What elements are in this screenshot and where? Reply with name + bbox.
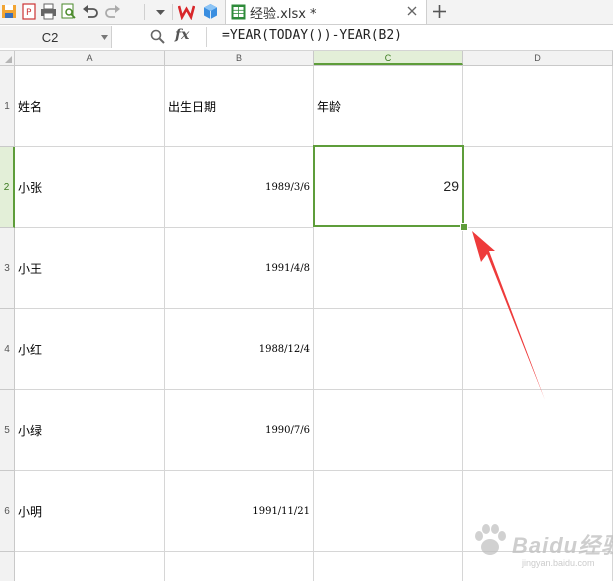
close-tab-icon[interactable] [406,5,418,17]
cell-b3[interactable]: 1991/4/8 [165,228,314,309]
cell-d7[interactable] [463,552,613,581]
wps-logo-icon[interactable] [178,3,195,20]
name-box[interactable]: C2 [0,26,112,48]
cell-c7[interactable] [314,552,463,581]
save-icon[interactable] [1,3,18,20]
insert-function-fx-icon[interactable]: fx [175,27,189,43]
formula-divider [206,27,207,47]
cell-b4[interactable]: 1988/12/4 [165,309,314,390]
print-preview-icon[interactable] [60,3,77,20]
column-header-b[interactable]: B [165,51,314,65]
file-tab-name: 经验.xlsx * [250,7,317,22]
cell-a1[interactable]: 姓名 [15,66,165,147]
app-center-icon[interactable] [202,3,219,20]
cell-b1[interactable]: 出生日期 [165,66,314,147]
customize-dropdown-icon[interactable] [152,3,169,20]
row-header-7[interactable] [0,552,15,581]
file-tab[interactable]: 经验.xlsx * [225,0,427,24]
row-header-3[interactable]: 3 [0,228,15,309]
cell-c3[interactable] [314,228,463,309]
export-pdf-icon[interactable]: P [20,3,37,20]
formula-bar: C2 fx =YEAR(TODAY())-YEAR(B2) [0,25,613,51]
quick-access-toolbar: P 经验.xlsx * [0,0,613,25]
cell-d2[interactable] [464,147,613,228]
cell-a2[interactable]: 小张 [15,147,165,228]
cell-d1[interactable] [463,66,613,147]
row-header-1[interactable]: 1 [0,66,15,147]
cell-d4[interactable] [463,309,613,390]
column-header-row: A B C D [0,51,613,66]
cell-b7[interactable] [165,552,314,581]
cell-c5[interactable] [314,390,463,471]
formula-input[interactable]: =YEAR(TODAY())-YEAR(B2) [222,28,402,43]
row-header-4[interactable]: 4 [0,309,15,390]
svg-text:P: P [26,8,32,18]
toolbar-separator [144,4,145,20]
print-icon[interactable] [40,3,57,20]
toolbar-separator [172,4,173,20]
cell-c1[interactable]: 年龄 [314,66,463,147]
cell-a3[interactable]: 小王 [15,228,165,309]
select-all-triangle-icon [5,56,12,63]
select-all-corner[interactable] [0,51,15,65]
cell-a4[interactable]: 小红 [15,309,165,390]
spreadsheet-file-icon [231,4,246,20]
column-header-a[interactable]: A [15,51,165,65]
cell-a6[interactable]: 小明 [15,471,165,552]
name-box-value: C2 [41,30,59,45]
chevron-down-icon[interactable] [101,35,108,40]
row-header-6[interactable]: 6 [0,471,15,552]
fill-handle[interactable] [460,223,468,231]
row-header-5[interactable]: 5 [0,390,15,471]
cell-a7[interactable] [15,552,165,581]
zoom-magnifier-icon[interactable] [150,29,165,44]
cell-c2-selected[interactable]: 29 [313,145,464,227]
cell-a5[interactable]: 小绿 [15,390,165,471]
cell-b2[interactable]: 1989/3/6 [165,147,314,228]
cell-c4[interactable] [314,309,463,390]
redo-icon[interactable] [104,3,121,20]
cell-d3[interactable] [463,228,613,309]
column-header-c[interactable]: C [314,51,463,65]
cell-c6[interactable] [314,471,463,552]
cell-b5[interactable]: 1990/7/6 [165,390,314,471]
column-header-d[interactable]: D [463,51,613,65]
cell-d6[interactable] [463,471,613,552]
row-header-2[interactable]: 2 [0,147,15,228]
undo-icon[interactable] [82,3,99,20]
cell-d5[interactable] [463,390,613,471]
cell-b6[interactable]: 1991/11/21 [165,471,314,552]
new-tab-plus-icon[interactable] [431,3,448,20]
